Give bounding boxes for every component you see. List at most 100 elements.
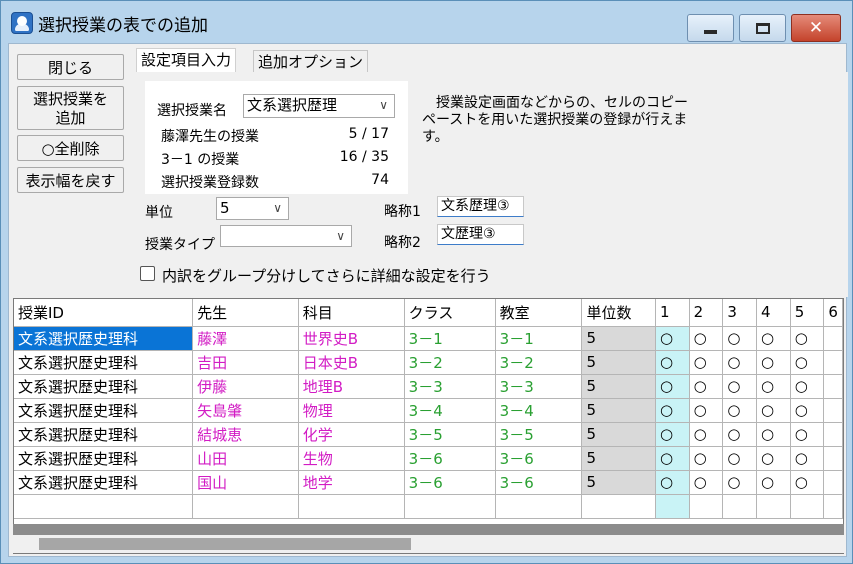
- cell-units[interactable]: 5: [581, 326, 656, 351]
- abbr2-input[interactable]: 文歴理③: [437, 224, 524, 245]
- cell-period-6[interactable]: [823, 446, 843, 471]
- cell-class[interactable]: 3－6: [404, 470, 496, 495]
- tab-add-options[interactable]: 追加オプション: [253, 50, 369, 72]
- cell-subject[interactable]: 世界史B: [298, 326, 405, 351]
- cell-class-id[interactable]: 文系選択歴史理科: [14, 470, 194, 495]
- cell-period-2[interactable]: ○: [689, 326, 724, 351]
- table-row[interactable]: 文系選択歴史理科 吉田 日本史B 3－2 3－2 5 ○ ○ ○ ○ ○: [14, 350, 843, 375]
- cell-period-1[interactable]: ○: [655, 446, 690, 471]
- cell-period-3[interactable]: ○: [722, 398, 758, 423]
- cell-period-1[interactable]: ○: [655, 350, 690, 375]
- cell-empty[interactable]: [689, 494, 724, 519]
- cell-units[interactable]: 5: [581, 350, 656, 375]
- cell-class[interactable]: 3－2: [404, 350, 496, 375]
- class-name-select[interactable]: 文系選択歴理 ∨: [243, 94, 395, 118]
- tab-settings-input[interactable]: 設定項目入力: [136, 48, 237, 73]
- cell-class[interactable]: 3－4: [404, 398, 496, 423]
- cell-period-2[interactable]: ○: [689, 350, 724, 375]
- cell-empty[interactable]: [790, 494, 825, 519]
- cell-period-1[interactable]: ○: [655, 422, 690, 447]
- reset-width-button[interactable]: 表示幅を戻す: [17, 167, 124, 193]
- table-row[interactable]: 文系選択歴史理科 藤澤 世界史B 3－1 3－1 5 ○ ○ ○ ○ ○: [14, 326, 843, 351]
- table-row[interactable]: 文系選択歴史理科 伊藤 地理B 3－3 3－3 5 ○ ○ ○ ○ ○: [14, 374, 843, 399]
- cell-room[interactable]: 3－6: [495, 470, 583, 495]
- col-header-period-6[interactable]: 6: [823, 299, 843, 327]
- cell-period-5[interactable]: ○: [790, 398, 825, 423]
- cell-empty[interactable]: [14, 494, 194, 519]
- cell-teacher[interactable]: 結城恵: [192, 422, 299, 447]
- cell-subject[interactable]: 地学: [298, 470, 405, 495]
- cell-period-6[interactable]: [823, 374, 843, 399]
- grid-scroll-track[interactable]: [13, 524, 844, 535]
- cell-class-id[interactable]: 文系選択歴史理科: [14, 374, 194, 399]
- cell-subject[interactable]: 生物: [298, 446, 405, 471]
- cell-units[interactable]: 5: [581, 374, 656, 399]
- cell-units[interactable]: 5: [581, 470, 656, 495]
- cell-class[interactable]: 3－1: [404, 326, 496, 351]
- detail-group-checkbox[interactable]: [140, 266, 155, 281]
- cell-teacher[interactable]: 矢島肇: [192, 398, 299, 423]
- cell-period-1[interactable]: ○: [655, 398, 690, 423]
- col-header-period-3[interactable]: 3: [722, 299, 758, 327]
- cell-class[interactable]: 3－3: [404, 374, 496, 399]
- cell-period-6[interactable]: [823, 470, 843, 495]
- cell-units[interactable]: 5: [581, 422, 656, 447]
- cell-subject[interactable]: 日本史B: [298, 350, 405, 375]
- cell-period-4[interactable]: ○: [756, 398, 791, 423]
- cell-empty[interactable]: [581, 494, 656, 519]
- cell-period-5[interactable]: ○: [790, 326, 825, 351]
- cell-empty[interactable]: [655, 494, 690, 519]
- cell-period-2[interactable]: ○: [689, 470, 724, 495]
- cell-teacher[interactable]: 山田: [192, 446, 299, 471]
- cell-class-id[interactable]: 文系選択歴史理科: [14, 350, 194, 375]
- cell-period-1[interactable]: ○: [655, 470, 690, 495]
- cell-period-6[interactable]: [823, 398, 843, 423]
- cell-class[interactable]: 3－6: [404, 446, 496, 471]
- cell-units[interactable]: 5: [581, 446, 656, 471]
- col-header-teacher[interactable]: 先生: [192, 299, 299, 327]
- cell-period-2[interactable]: ○: [689, 446, 724, 471]
- cell-empty[interactable]: [823, 494, 843, 519]
- cell-room[interactable]: 3－6: [495, 446, 583, 471]
- cell-teacher[interactable]: 藤澤: [192, 326, 299, 351]
- cell-period-2[interactable]: ○: [689, 374, 724, 399]
- cell-period-1[interactable]: ○: [655, 374, 690, 399]
- cell-class-id[interactable]: 文系選択歴史理科: [14, 422, 194, 447]
- cell-period-3[interactable]: ○: [722, 470, 758, 495]
- cell-period-3[interactable]: ○: [722, 374, 758, 399]
- cell-class-id[interactable]: 文系選択歴史理科: [14, 326, 194, 351]
- cell-period-4[interactable]: ○: [756, 422, 791, 447]
- cell-period-6[interactable]: [823, 350, 843, 375]
- close-window-button[interactable]: ✕: [791, 14, 841, 42]
- cell-period-4[interactable]: ○: [756, 446, 791, 471]
- cell-period-4[interactable]: ○: [756, 374, 791, 399]
- cell-empty[interactable]: [404, 494, 496, 519]
- cell-period-5[interactable]: ○: [790, 374, 825, 399]
- cell-room[interactable]: 3－4: [495, 398, 583, 423]
- cell-class-id[interactable]: 文系選択歴史理科: [14, 446, 194, 471]
- table-row[interactable]: 文系選択歴史理科 国山 地学 3－6 3－6 5 ○ ○ ○ ○ ○: [14, 470, 843, 495]
- cell-period-5[interactable]: ○: [790, 422, 825, 447]
- cell-empty[interactable]: [192, 494, 299, 519]
- table-row[interactable]: 文系選択歴史理科 矢島肇 物理 3－4 3－4 5 ○ ○ ○ ○ ○: [14, 398, 843, 423]
- cell-room[interactable]: 3－1: [495, 326, 583, 351]
- cell-period-5[interactable]: ○: [790, 446, 825, 471]
- maximize-button[interactable]: [739, 14, 786, 42]
- cell-period-5[interactable]: ○: [790, 350, 825, 375]
- table-row[interactable]: 文系選択歴史理科 山田 生物 3－6 3－6 5 ○ ○ ○ ○ ○: [14, 446, 843, 471]
- cell-period-6[interactable]: [823, 326, 843, 351]
- cell-subject[interactable]: 物理: [298, 398, 405, 423]
- cell-subject[interactable]: 地理B: [298, 374, 405, 399]
- col-header-period-2[interactable]: 2: [689, 299, 724, 327]
- cell-teacher[interactable]: 伊藤: [192, 374, 299, 399]
- col-header-room[interactable]: 教室: [495, 299, 583, 327]
- units-select[interactable]: 5 ∨: [216, 197, 289, 220]
- col-header-units[interactable]: 単位数: [581, 299, 656, 327]
- cell-period-3[interactable]: ○: [722, 350, 758, 375]
- cell-subject[interactable]: 化学: [298, 422, 405, 447]
- cell-empty[interactable]: [298, 494, 405, 519]
- horizontal-scrollbar-thumb[interactable]: [39, 538, 411, 550]
- cell-period-4[interactable]: ○: [756, 326, 791, 351]
- cell-teacher[interactable]: 国山: [192, 470, 299, 495]
- title-bar[interactable]: 選択授業の表での追加 ✕: [1, 1, 852, 42]
